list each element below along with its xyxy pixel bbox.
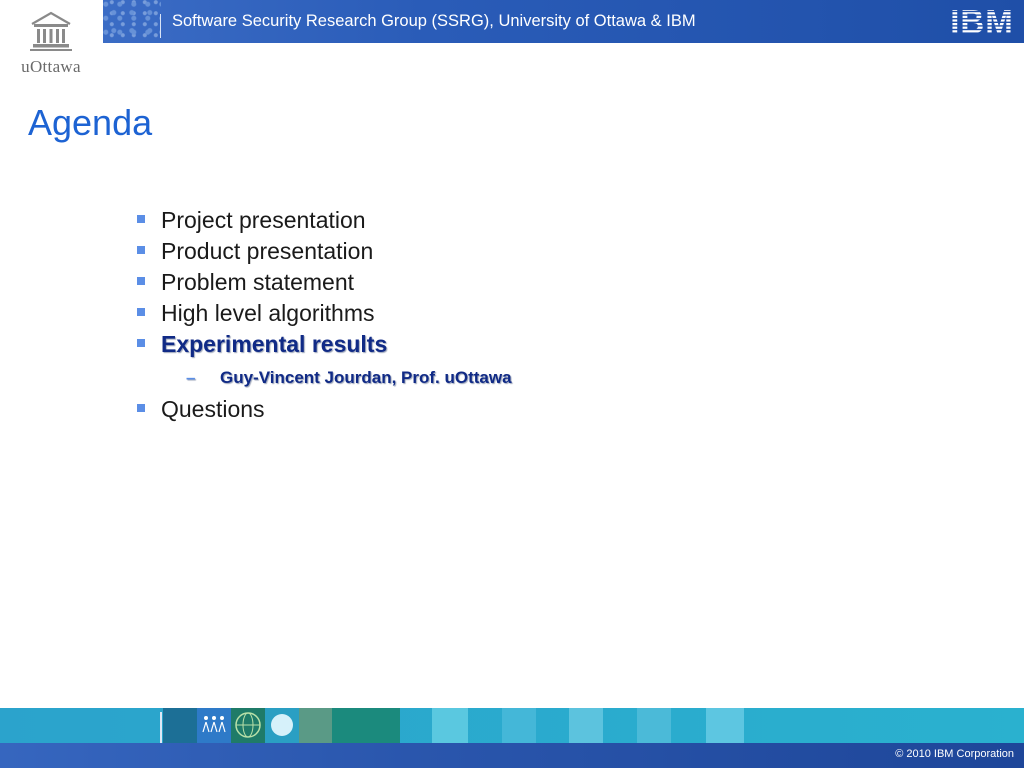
footer-tile-people bbox=[163, 708, 197, 743]
agenda-item-algorithms: High level algorithms bbox=[134, 299, 654, 330]
dash-bullet-icon: – bbox=[186, 368, 196, 387]
agenda-subitem-presenter: – Guy-Vincent Jourdan, Prof. uOttawa bbox=[134, 361, 654, 395]
slide-title: Agenda bbox=[28, 102, 153, 143]
footer-tile-block-2 bbox=[569, 708, 603, 743]
agenda-item-label: Project presentation bbox=[161, 207, 366, 233]
square-bullet-icon bbox=[137, 308, 145, 316]
agenda-item-label: Product presentation bbox=[161, 238, 374, 264]
agenda-item-product: Product presentation bbox=[134, 237, 654, 268]
agenda-item-label: Experimental results bbox=[161, 331, 388, 357]
agenda-item-label: Questions bbox=[161, 396, 265, 422]
footer-circle-icon bbox=[271, 714, 293, 736]
footer-tile-block-3 bbox=[637, 708, 671, 743]
square-bullet-icon bbox=[137, 404, 145, 412]
footer-tile-texture bbox=[299, 708, 332, 743]
header-texture bbox=[103, 0, 161, 43]
uottawa-wordmark: uOttawa bbox=[21, 57, 81, 76]
header-divider bbox=[160, 14, 161, 38]
square-bullet-icon bbox=[137, 277, 145, 285]
agenda-subitem-label: Guy-Vincent Jourdan, Prof. uOttawa bbox=[220, 368, 512, 387]
uottawa-building-emblem-icon bbox=[30, 11, 72, 51]
footer-globe-icon bbox=[235, 712, 261, 738]
agenda-item-project: Project presentation bbox=[134, 206, 654, 237]
footer-copyright: © 2010 IBM Corporation bbox=[895, 748, 1014, 760]
agenda-item-label: Problem statement bbox=[161, 269, 355, 295]
footer-tile-block-1 bbox=[502, 708, 536, 743]
university-logo: uOttawa bbox=[0, 0, 102, 82]
footer-band bbox=[0, 743, 1024, 768]
ibm-striped-logo: IBM bbox=[950, 5, 1014, 37]
footer-tile-climbers bbox=[332, 708, 400, 743]
agenda-item-problem: Problem statement bbox=[134, 268, 654, 299]
agenda-item-experimental-results: Experimental results bbox=[134, 330, 654, 361]
ibm-logo-text: IBM bbox=[950, 5, 1014, 37]
footer-tile-pixels bbox=[432, 708, 468, 743]
square-bullet-icon bbox=[137, 215, 145, 223]
footer-figure-icon bbox=[202, 716, 226, 733]
header-band: Software Security Research Group (SSRG),… bbox=[103, 0, 1024, 43]
agenda-item-label: High level algorithms bbox=[161, 300, 375, 326]
agenda-item-questions: Questions bbox=[134, 395, 654, 426]
footer-tile-block-4 bbox=[706, 708, 744, 743]
header-title: Software Security Research Group (SSRG),… bbox=[172, 12, 696, 30]
square-bullet-icon bbox=[137, 246, 145, 254]
square-bullet-icon bbox=[137, 339, 145, 347]
agenda-list: Project presentation Product presentatio… bbox=[134, 206, 654, 426]
